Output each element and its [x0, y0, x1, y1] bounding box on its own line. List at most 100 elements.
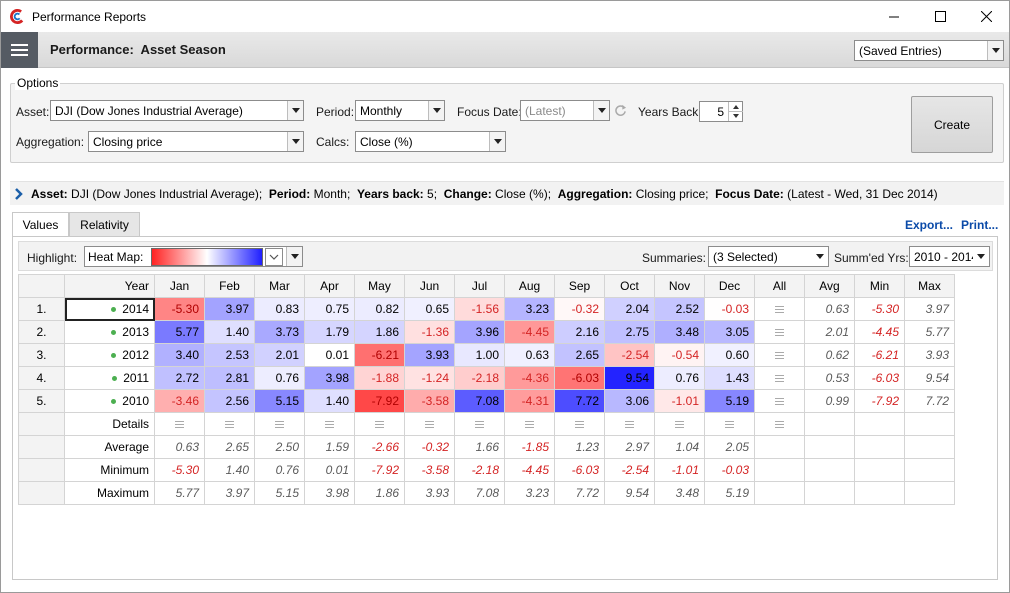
minimize-button[interactable] [871, 1, 917, 32]
value-cell[interactable]: 2.52 [654, 297, 705, 321]
value-cell[interactable]: -7.92 [354, 389, 405, 413]
value-cell[interactable]: 0.76 [654, 366, 705, 390]
aggregation-dropdown[interactable]: Closing price [88, 131, 304, 152]
column-details-button[interactable] [404, 412, 455, 436]
value-cell[interactable]: -3.46 [154, 389, 205, 413]
value-cell[interactable]: -2.54 [604, 343, 655, 367]
calcs-dropdown[interactable]: Close (%) [355, 131, 506, 152]
tab-relativity[interactable]: Relativity [69, 212, 140, 236]
value-cell[interactable]: 3.98 [304, 366, 355, 390]
asset-dropdown[interactable]: DJI (Dow Jones Industrial Average) [50, 100, 304, 121]
years-back-stepper[interactable]: 5 [699, 101, 743, 122]
value-cell[interactable]: -4.31 [504, 389, 555, 413]
value-cell[interactable]: 3.23 [504, 297, 555, 321]
value-cell[interactable]: 0.63 [504, 343, 555, 367]
column-details-button[interactable] [254, 412, 305, 436]
row-details-button[interactable] [754, 320, 805, 344]
export-link[interactable]: Export... [905, 218, 953, 232]
summed-years-dropdown[interactable]: 2010 - 2014 [909, 246, 990, 267]
column-details-button[interactable] [554, 412, 605, 436]
year-column-header[interactable]: Year [64, 274, 155, 298]
table-row[interactable]: 5. 2010 -3.46 2.56 5.15 1.40 -7.92 -3.58 7.08 -4.… [18, 389, 955, 413]
value-cell[interactable]: 0.83 [254, 297, 305, 321]
month-column-header-jul[interactable]: Jul [454, 274, 505, 298]
month-column-header-oct[interactable]: Oct [604, 274, 655, 298]
value-cell[interactable]: -4.36 [504, 366, 555, 390]
value-cell[interactable]: 9.54 [604, 366, 655, 390]
value-cell[interactable]: 3.73 [254, 320, 305, 344]
print-link[interactable]: Print... [961, 218, 998, 232]
spin-arrows-icon[interactable] [729, 102, 743, 121]
menu-button[interactable] [1, 32, 38, 68]
value-cell[interactable]: 3.48 [654, 320, 705, 344]
value-cell[interactable]: 1.00 [454, 343, 505, 367]
column-details-button[interactable] [704, 412, 755, 436]
heatmap-gradient-swatch[interactable] [151, 248, 263, 266]
value-cell[interactable]: -0.03 [704, 297, 755, 321]
value-cell[interactable]: 2.56 [204, 389, 255, 413]
value-cell[interactable]: 0.76 [254, 366, 305, 390]
month-column-header-nov[interactable]: Nov [654, 274, 705, 298]
value-cell[interactable]: 3.40 [154, 343, 205, 367]
min-column-header[interactable]: Min [854, 274, 905, 298]
column-details-button[interactable] [304, 412, 355, 436]
row-details-button[interactable] [754, 297, 805, 321]
value-cell[interactable]: -1.01 [654, 389, 705, 413]
column-details-button[interactable] [354, 412, 405, 436]
value-cell[interactable]: 3.05 [704, 320, 755, 344]
value-cell[interactable]: 2.72 [154, 366, 205, 390]
value-cell[interactable]: -1.36 [404, 320, 455, 344]
value-cell[interactable]: 2.75 [604, 320, 655, 344]
table-row[interactable]: 3. 2012 3.40 2.53 2.01 0.01 -6.21 3.93 1.00 0.63 2… [18, 343, 955, 367]
year-cell[interactable]: 2011 [64, 366, 155, 390]
value-cell[interactable]: 5.15 [254, 389, 305, 413]
value-cell[interactable]: 3.06 [604, 389, 655, 413]
value-cell[interactable]: -1.88 [354, 366, 405, 390]
year-cell[interactable]: 2010 [64, 389, 155, 413]
month-column-header-mar[interactable]: Mar [254, 274, 305, 298]
max-column-header[interactable]: Max [904, 274, 955, 298]
year-cell[interactable]: 2014 [64, 297, 155, 321]
month-column-header-aug[interactable]: Aug [504, 274, 555, 298]
month-column-header-jan[interactable]: Jan [154, 274, 205, 298]
value-cell[interactable]: -5.30 [154, 297, 205, 321]
value-cell[interactable]: 5.77 [154, 320, 205, 344]
value-cell[interactable]: 1.79 [304, 320, 355, 344]
period-dropdown[interactable]: Monthly [355, 100, 445, 121]
all-column-header[interactable]: All [754, 274, 805, 298]
table-row[interactable]: 2. 2013 5.77 1.40 3.73 1.79 1.86 -1.36 3.96 -4.45… [18, 320, 955, 344]
value-cell[interactable]: 3.96 [454, 320, 505, 344]
value-cell[interactable]: 2.81 [204, 366, 255, 390]
column-details-button[interactable] [604, 412, 655, 436]
value-cell[interactable]: -1.24 [404, 366, 455, 390]
year-cell[interactable]: 2012 [64, 343, 155, 367]
column-details-button[interactable] [754, 412, 805, 436]
value-cell[interactable]: -3.58 [404, 389, 455, 413]
value-cell[interactable]: -4.45 [504, 320, 555, 344]
value-cell[interactable]: 3.93 [404, 343, 455, 367]
value-cell[interactable]: 1.86 [354, 320, 405, 344]
value-cell[interactable]: 0.75 [304, 297, 355, 321]
row-details-button[interactable] [754, 366, 805, 390]
value-cell[interactable]: -6.21 [354, 343, 405, 367]
value-cell[interactable]: -0.32 [554, 297, 605, 321]
month-column-header-sep[interactable]: Sep [554, 274, 605, 298]
value-cell[interactable]: 2.16 [554, 320, 605, 344]
value-cell[interactable]: 7.72 [554, 389, 605, 413]
chevron-right-icon[interactable] [15, 188, 23, 200]
row-details-button[interactable] [754, 389, 805, 413]
month-column-header-jun[interactable]: Jun [404, 274, 455, 298]
value-cell[interactable]: 2.01 [254, 343, 305, 367]
value-cell[interactable]: -1.56 [454, 297, 505, 321]
month-column-header-dec[interactable]: Dec [704, 274, 755, 298]
value-cell[interactable]: 2.53 [204, 343, 255, 367]
column-details-button[interactable] [204, 412, 255, 436]
value-cell[interactable]: 1.40 [204, 320, 255, 344]
month-column-header-feb[interactable]: Feb [204, 274, 255, 298]
value-cell[interactable]: 0.01 [304, 343, 355, 367]
month-column-header-may[interactable]: May [354, 274, 405, 298]
create-button[interactable]: Create [911, 96, 993, 153]
value-cell[interactable]: 0.82 [354, 297, 405, 321]
tab-values[interactable]: Values [12, 212, 69, 237]
value-cell[interactable]: 1.40 [304, 389, 355, 413]
